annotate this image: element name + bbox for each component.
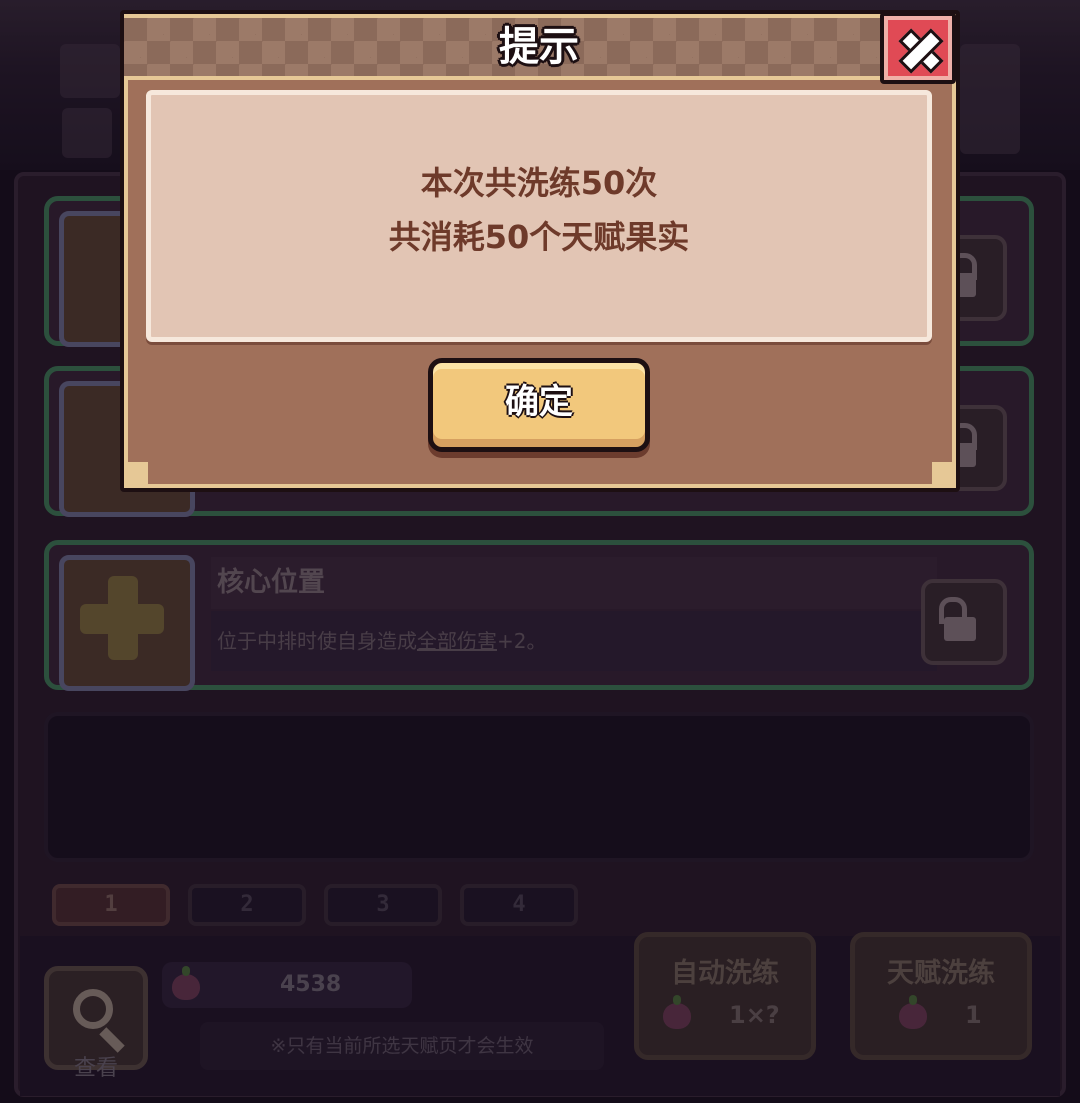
close-button[interactable] <box>880 12 956 84</box>
corner-ornament <box>932 462 956 486</box>
corner-ornament <box>124 462 148 486</box>
dialog-title: 提示 <box>499 24 579 70</box>
message-line-1: 本次共洗练50次 <box>420 164 658 202</box>
confirm-label: 确定 <box>505 382 573 422</box>
message-line-2: 共消耗50个天赋果实 <box>388 218 690 256</box>
